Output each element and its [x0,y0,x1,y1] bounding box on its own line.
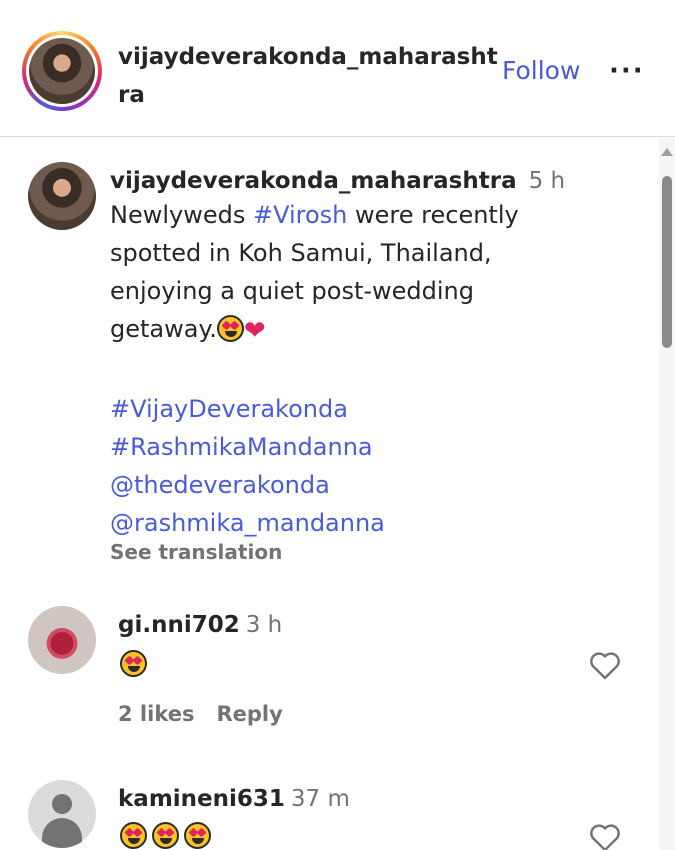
post-username[interactable]: vijaydeverakonda_maharashtra [110,168,517,194]
hashtag-link[interactable]: #Virosh [253,201,347,229]
comment-time: 37 m [290,786,350,812]
profile-photo [29,38,95,104]
story-ring-avatar[interactable] [22,31,102,111]
scroll-thumb[interactable] [662,176,672,348]
comment-time: 3 h [245,612,283,638]
post-caption-block: vijaydeverakonda_maharashtra 5 h Newlywed… [110,168,650,564]
heart-eyes-emoji-icon [152,822,180,849]
reply-button[interactable]: Reply [216,702,282,726]
red-heart-icon: ❤ [243,316,266,346]
caption-text: Newlyweds [110,201,253,229]
mention-link[interactable]: @rashmika_mandanna [110,504,650,542]
tag-link[interactable]: #RashmikaMandanna [110,428,650,466]
comment-text [120,822,212,849]
like-count[interactable]: 2 likes [118,702,194,726]
comment-meta: 2 likes Reply [118,702,283,726]
post-header: vijaydeverakonda_maharashtra Follow ··· [0,0,675,137]
heart-eyes-emoji-icon [120,650,147,677]
comment-text [120,650,147,677]
mention-link[interactable]: @thedeverakonda [110,466,650,504]
comment-header: gi.nni702 3 h [118,612,282,638]
see-translation-link[interactable]: See translation [110,540,650,564]
more-horizontal-icon[interactable]: ··· [609,56,645,86]
comment-header: kamineni631 37 m [118,786,350,812]
default-avatar-icon[interactable] [28,780,96,848]
scroll-up-arrow-icon[interactable] [661,148,673,156]
comment-username[interactable]: gi.nni702 [118,612,240,638]
vertical-scrollbar[interactable] [659,138,675,850]
header-username[interactable]: vijaydeverakonda_maharashtra [118,38,503,114]
follow-button[interactable]: Follow [502,56,580,85]
heart-eyes-emoji-icon [120,822,147,849]
comment-username[interactable]: kamineni631 [118,786,285,812]
post-caption: Newlyweds #Virosh were recently spotted … [110,196,550,350]
heart-eyes-emoji-icon [184,822,212,849]
post-time: 5 h [528,168,566,194]
like-heart-icon[interactable] [588,650,622,680]
like-heart-icon[interactable] [588,822,622,850]
commenter-avatar[interactable] [28,606,96,674]
comments-panel[interactable]: vijaydeverakonda_maharashtra 5 h Newlywed… [0,138,675,850]
tag-link[interactable]: #VijayDeverakonda [110,390,650,428]
heart-eyes-emoji-icon [216,315,244,342]
tag-list: #VijayDeverakonda #RashmikaMandanna @the… [110,390,650,542]
post-author-avatar[interactable] [28,162,96,230]
